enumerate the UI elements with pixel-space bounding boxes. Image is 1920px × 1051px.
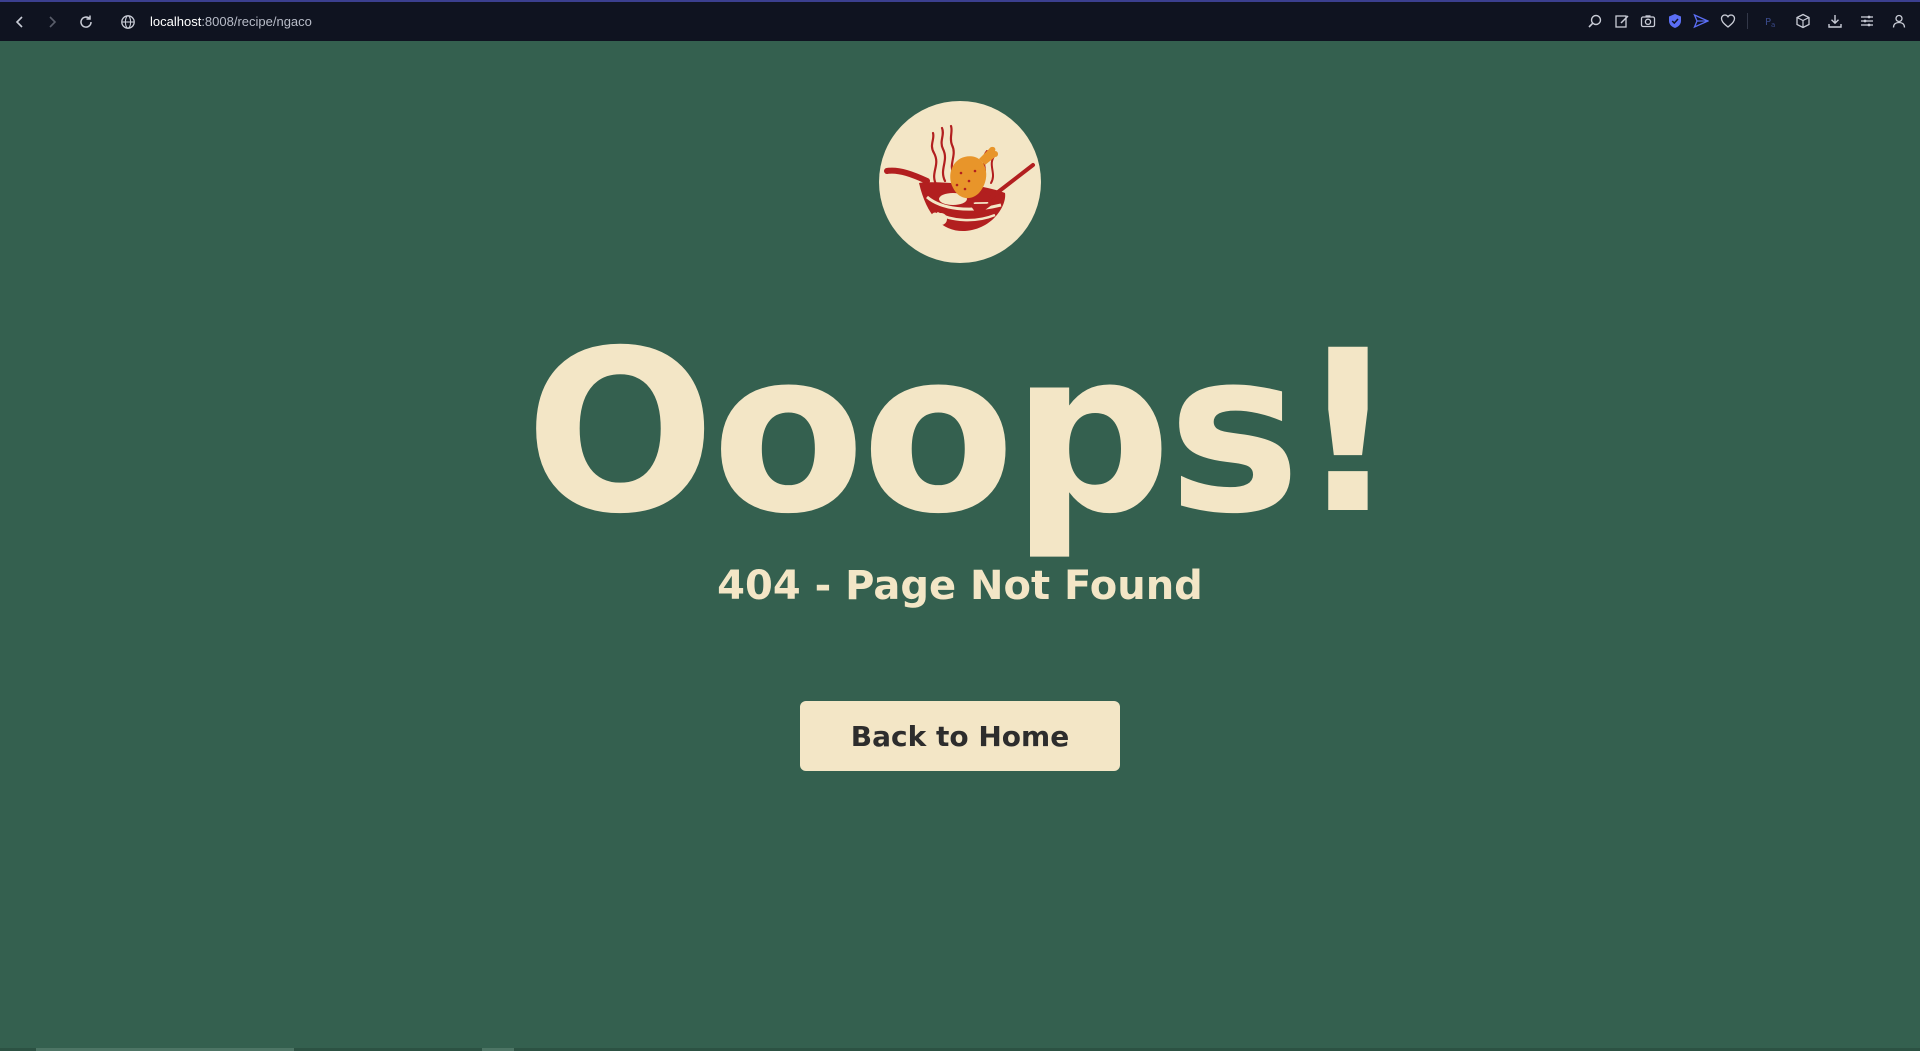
globe-icon (121, 14, 135, 29)
forward-button[interactable] (40, 10, 64, 34)
url-host: localhost (150, 14, 202, 29)
extension-icon[interactable]: Pa (1760, 10, 1782, 32)
site-logo[interactable] (879, 101, 1041, 263)
address-bar[interactable]: localhost:8008/recipe/ngaco (150, 10, 312, 34)
svg-text:a: a (1771, 21, 1775, 29)
site-info-icon[interactable] (118, 12, 138, 32)
toolbar-divider (1746, 13, 1748, 29)
back-to-home-button[interactable]: Back to Home (800, 701, 1120, 771)
error-message: 404 - Page Not Found (717, 563, 1203, 609)
zoom-icon[interactable] (1584, 10, 1606, 32)
menu-icon[interactable] (1856, 10, 1878, 32)
download-icon[interactable] (1824, 10, 1846, 32)
page-title: Ooops! (524, 302, 1399, 563)
reload-icon (80, 15, 92, 28)
not-found-page: Ooops! 404 - Page Not Found Back to Home (0, 41, 1920, 1051)
send-icon[interactable] (1690, 10, 1712, 32)
heart-icon[interactable] (1717, 10, 1739, 32)
camera-icon[interactable] (1637, 10, 1659, 32)
reload-button[interactable] (74, 10, 98, 34)
url-path: :8008/recipe/ngaco (201, 14, 312, 29)
box-icon[interactable] (1792, 10, 1814, 32)
cooking-pan-logo-icon (884, 124, 1035, 232)
shield-icon[interactable] (1664, 10, 1686, 32)
browser-toolbar: localhost:8008/recipe/ngaco Pa (0, 0, 1920, 41)
back-button[interactable] (8, 10, 32, 34)
edit-icon[interactable] (1611, 10, 1633, 32)
chevron-right-icon (49, 15, 57, 28)
account-icon[interactable] (1888, 10, 1910, 32)
toolbar-icons: Pa (1580, 10, 1911, 32)
chevron-left-icon (15, 15, 23, 28)
